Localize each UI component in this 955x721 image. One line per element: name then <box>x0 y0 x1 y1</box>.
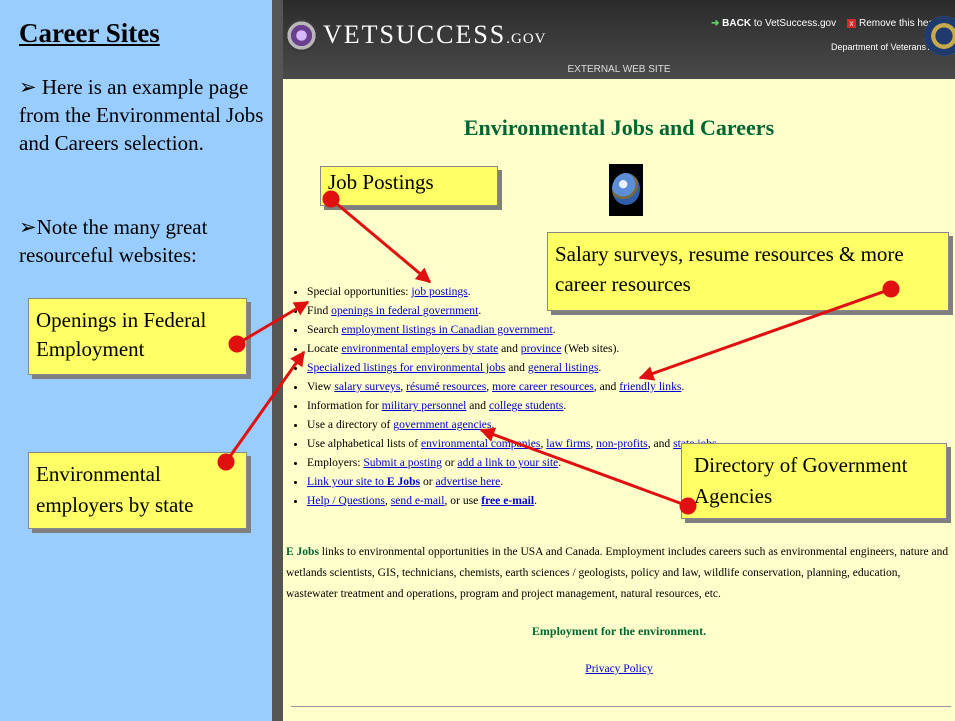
environmental-companies-link[interactable]: environmental companies <box>421 437 540 450</box>
bullet-arrow-icon: ➢ <box>19 215 37 239</box>
description-paragraph: E Jobs links to environmental opportunit… <box>286 546 949 600</box>
province-link[interactable]: province <box>521 342 562 355</box>
list-item: Search employment listings in Canadian g… <box>307 320 720 339</box>
callout-government-agencies: Directory of Government Agencies <box>681 443 947 519</box>
page-title: Environmental Jobs and Careers <box>463 115 775 140</box>
list-item: Use alphabetical lists of environmental … <box>307 434 720 453</box>
vetsuccess-seal-icon <box>285 19 318 52</box>
vetsuccess-logo[interactable]: VetSuccess.gov <box>323 20 547 50</box>
job-postings-link[interactable]: job postings <box>411 285 467 298</box>
list-item: Information for military personnel and c… <box>307 396 720 415</box>
send-email-link[interactable]: send e-mail <box>391 494 445 507</box>
federal-openings-link[interactable]: openings in federal government <box>331 304 478 317</box>
non-profits-link[interactable]: non-profits <box>596 437 648 450</box>
close-icon: x <box>847 19 856 28</box>
list-item: Locate environmental employers by state … <box>307 339 720 358</box>
help-questions-link[interactable]: Help / Questions <box>307 494 385 507</box>
web-page-screenshot: VetSuccess.gov ➜ BACK to VetSuccess.gov … <box>283 0 955 721</box>
callout-employers-by-state: Environmental employers by state <box>28 452 247 529</box>
callout-job-postings: Job Postings <box>320 166 498 206</box>
callout-federal-openings: Openings in Federal Employment <box>28 298 247 375</box>
list-item: View salary surveys, résumé resources, m… <box>307 377 720 396</box>
privacy-policy-row: Privacy Policy <box>283 663 955 675</box>
career-resources-link[interactable]: more career resources <box>492 380 594 393</box>
earth-globe-icon <box>612 173 640 205</box>
canadian-listings-link[interactable]: employment listings in Canadian governme… <box>341 323 552 336</box>
add-link-link[interactable]: add a link to your site <box>457 456 558 469</box>
advertise-link[interactable]: advertise here <box>436 475 501 488</box>
divider-line <box>291 706 951 707</box>
slide-bullet-2: ➢Note the many great resourceful website… <box>19 215 208 267</box>
panel-divider <box>272 0 283 721</box>
military-personnel-link[interactable]: military personnel <box>382 399 467 412</box>
list-item: Link your site to E Jobs or advertise he… <box>307 472 720 491</box>
list-item: Use a directory of government agencies. <box>307 415 720 434</box>
free-email-link[interactable]: free e-mail <box>481 494 534 507</box>
link-your-site-link[interactable]: Link your site to E Jobs <box>307 475 420 488</box>
callout-salary-surveys: Salary surveys, resume resources & more … <box>547 232 949 311</box>
submit-posting-link[interactable]: Submit a posting <box>363 456 442 469</box>
slogan-text: Employment for the environment. <box>531 624 707 638</box>
specialized-listings-link[interactable]: Specialized listings for environmental j… <box>307 361 505 374</box>
earth-image <box>609 164 643 216</box>
employers-by-state-link[interactable]: environmental employers by state <box>341 342 498 355</box>
list-item: Help / Questions, send e-mail, or use fr… <box>307 491 720 510</box>
resource-links-list: Special opportunities: job postings. Fin… <box>293 282 720 510</box>
slide-bullet-1: ➢ Here is an example page from the Envir… <box>19 75 264 155</box>
salary-surveys-link[interactable]: salary surveys <box>334 380 400 393</box>
vetsuccess-header: VetSuccess.gov ➜ BACK to VetSuccess.gov … <box>283 0 955 79</box>
bullet-arrow-icon: ➢ <box>19 75 37 99</box>
back-to-vetsuccess-link[interactable]: ➜ BACK to VetSuccess.gov <box>711 18 836 29</box>
general-listings-link[interactable]: general listings <box>528 361 599 374</box>
list-item: Employers: Submit a posting or add a lin… <box>307 453 720 472</box>
resume-resources-link[interactable]: résumé resources <box>406 380 486 393</box>
government-agencies-link[interactable]: government agencies <box>393 418 491 431</box>
college-students-link[interactable]: college students <box>489 399 563 412</box>
back-arrow-icon: ➜ <box>711 18 720 29</box>
law-firms-link[interactable]: law firms <box>546 437 590 450</box>
slide-title: Career Sites <box>19 18 160 48</box>
external-site-label: EXTERNAL WEB SITE <box>567 64 671 75</box>
friendly-links-link[interactable]: friendly links <box>619 380 681 393</box>
privacy-policy-link[interactable]: Privacy Policy <box>585 663 652 675</box>
list-item: Specialized listings for environmental j… <box>307 358 720 377</box>
